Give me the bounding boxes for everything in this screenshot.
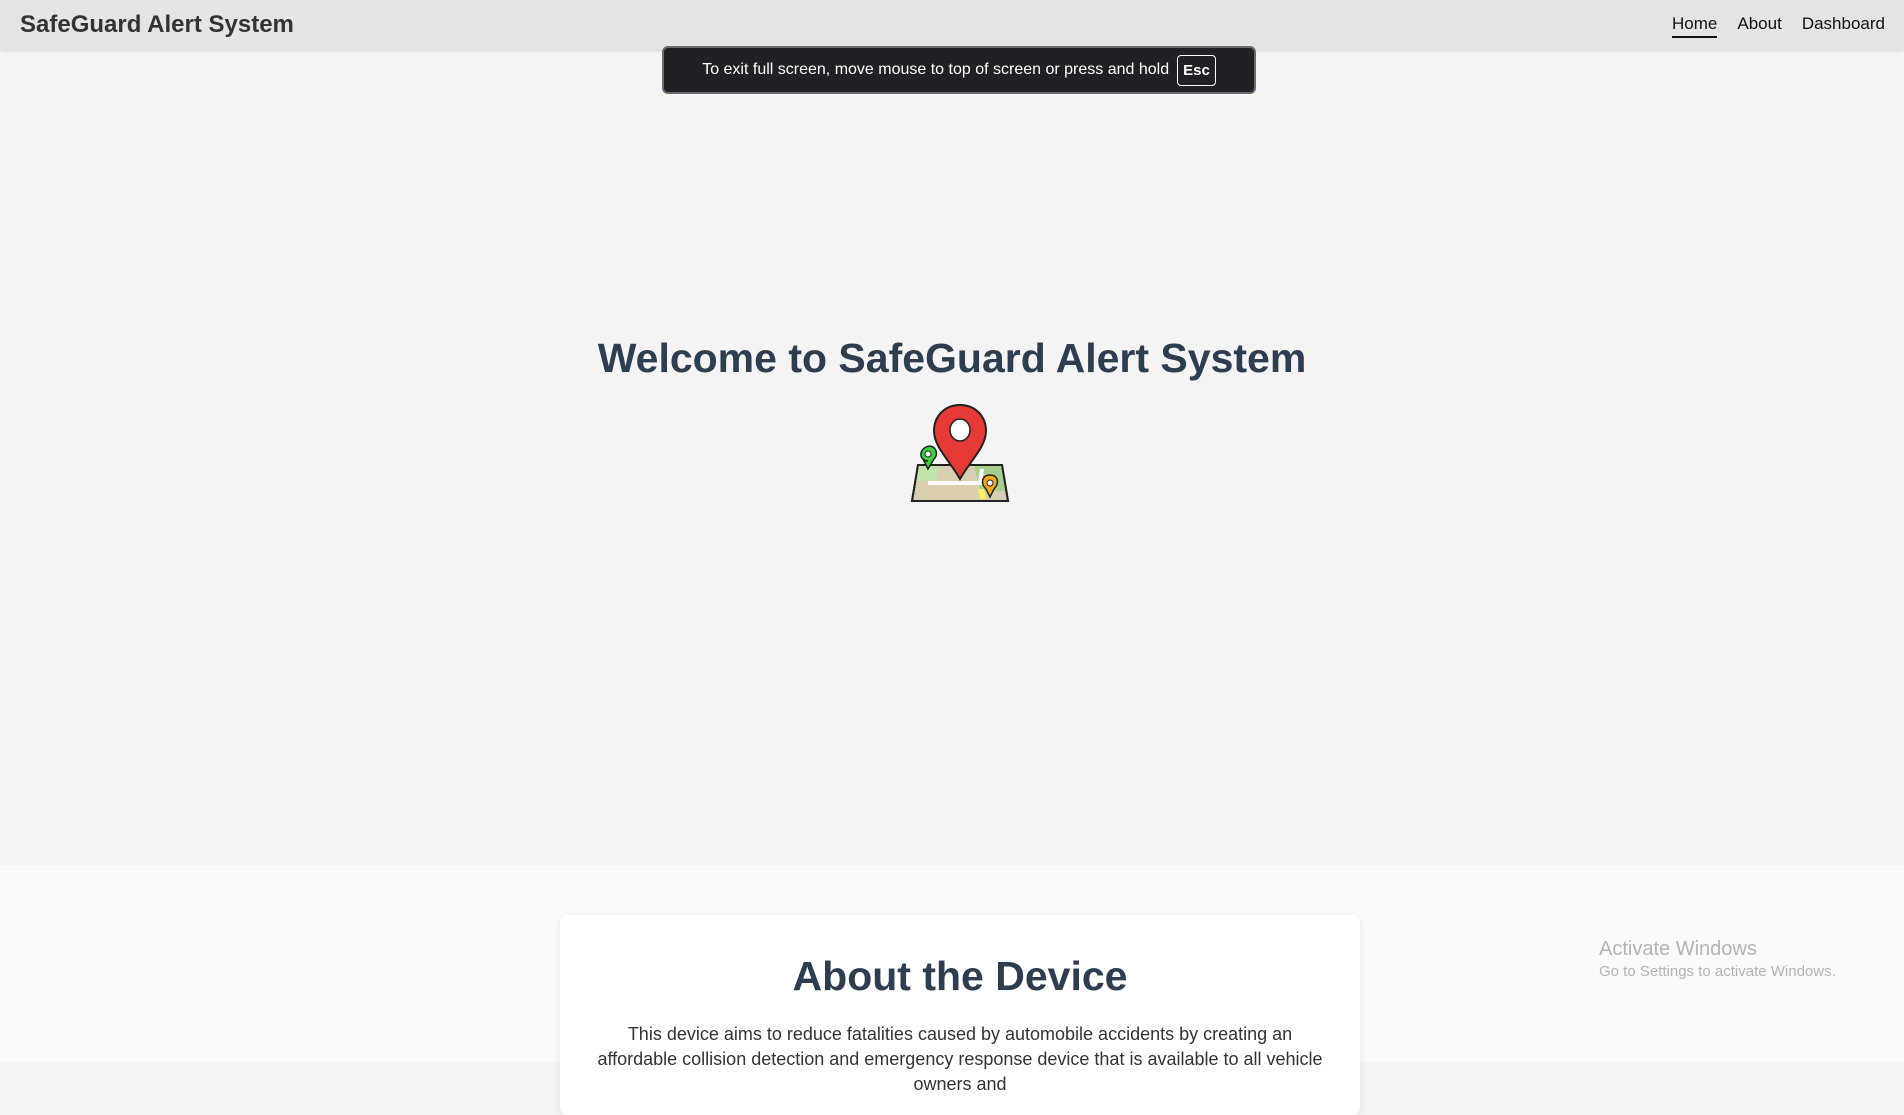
top-navbar: SafeGuard Alert System Home About Dashbo… — [0, 0, 1904, 50]
nav-link-home[interactable]: Home — [1672, 14, 1718, 38]
nav-links: Home About Dashboard — [1672, 14, 1885, 38]
esc-key-badge: Esc — [1177, 54, 1216, 86]
hero-title: Welcome to SafeGuard Alert System — [597, 335, 1307, 381]
watermark-title: Activate Windows — [1599, 938, 1757, 960]
about-card: About the Device This device aims to red… — [560, 915, 1360, 1115]
fullscreen-exit-notice: To exit full screen, move mouse to top o… — [662, 46, 1256, 94]
site-brand[interactable]: SafeGuard Alert System — [20, 11, 294, 39]
hero-section: Welcome to SafeGuard Alert System — [0, 0, 1904, 865]
fullscreen-exit-message: To exit full screen, move mouse to top o… — [702, 61, 1170, 78]
nav-link-about[interactable]: About — [1737, 14, 1781, 38]
watermark-subtitle: Go to Settings to activate Windows. — [1599, 963, 1836, 980]
windows-activation-watermark: Activate Windows Go to Settings to activ… — [1599, 938, 1836, 980]
nav-link-dashboard[interactable]: Dashboard — [1802, 14, 1885, 38]
about-title: About the Device — [792, 953, 1128, 999]
map-pin-icon — [910, 403, 1010, 505]
about-description: This device aims to reduce fatalities ca… — [597, 1024, 1323, 1094]
